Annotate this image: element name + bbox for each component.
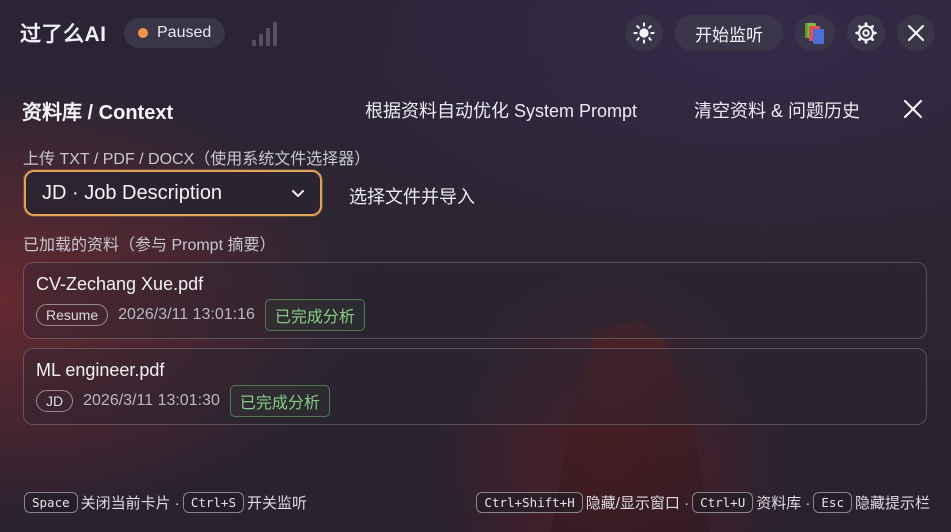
optimize-prompt-button[interactable]: 根据资料自动优化 System Prompt xyxy=(365,97,637,123)
shortcut-hints-left: Space 关闭当前卡片 · Ctrl+S 开关监听 xyxy=(24,492,310,513)
file-meta: JD 2026/3/11 13:01:30 已完成分析 xyxy=(36,385,330,417)
file-timestamp: 2026/3/11 13:01:30 xyxy=(83,392,220,409)
close-window-button[interactable] xyxy=(897,15,935,51)
close-icon xyxy=(903,99,923,119)
upload-label: 上传 TXT / PDF / DOCX（使用系统文件选择器） xyxy=(23,151,371,168)
hint-hide-hints: 隐藏提示栏 xyxy=(854,495,930,512)
hint-library: 资料库 · xyxy=(756,495,811,512)
key-ctrl-s: Ctrl+S xyxy=(182,492,244,513)
file-tag: JD xyxy=(36,390,74,412)
file-name: CV-Zechang Xue.pdf xyxy=(36,274,204,294)
hint-hide-window: 隐藏/显示窗口 · xyxy=(585,495,690,512)
document-type-value: JD · Job Description xyxy=(42,181,223,204)
clear-history-button[interactable]: 清空资料 & 问题历史 xyxy=(694,97,860,123)
panel-close-button[interactable] xyxy=(899,94,929,124)
shortcut-hints-right: Ctrl+Shift+H 隐藏/显示窗口 · Ctrl+U 资料库 · Esc 隐藏提示栏 xyxy=(476,492,933,513)
file-tag: Resume xyxy=(36,304,109,326)
hint-close-card: 关闭当前卡片 · xyxy=(80,495,180,512)
app-window: 过了么AI Paused 开始监听 资料库 / Context 根据资料自动优化… xyxy=(0,0,951,532)
title-bar: 过了么AI Paused 开始监听 xyxy=(0,0,951,66)
import-file-button[interactable]: 选择文件并导入 xyxy=(349,183,475,209)
key-esc: Esc xyxy=(813,492,852,513)
file-meta: Resume 2026/3/11 13:01:16 已完成分析 xyxy=(36,299,365,331)
library-button[interactable] xyxy=(795,15,835,51)
status-dot xyxy=(138,28,148,38)
key-space: Space xyxy=(24,492,78,513)
document-type-select[interactable]: JD · Job Description xyxy=(24,170,322,216)
key-ctrl-shift-h: Ctrl+Shift+H xyxy=(476,492,583,513)
shortcut-hint-bar: Space 关闭当前卡片 · Ctrl+S 开关监听 Ctrl+Shift+H 隐藏/显… xyxy=(0,492,951,518)
app-title: 过了么AI xyxy=(20,23,107,46)
loaded-files-label: 已加载的资料（参与 Prompt 摘要） xyxy=(23,237,276,254)
status-text: Paused xyxy=(157,24,212,41)
chevron-down-icon xyxy=(292,190,304,197)
status-badge: Paused xyxy=(124,18,226,48)
signal-strength-icon xyxy=(250,20,280,46)
theme-toggle-button[interactable] xyxy=(625,15,663,51)
file-timestamp: 2026/3/11 13:01:16 xyxy=(118,306,255,323)
close-icon xyxy=(907,24,925,42)
gear-icon xyxy=(855,22,877,44)
file-name: ML engineer.pdf xyxy=(36,360,165,380)
hint-toggle-listen: 开关监听 xyxy=(246,495,307,512)
analysis-status-badge: 已完成分析 xyxy=(264,299,365,331)
key-ctrl-u: Ctrl+U xyxy=(692,492,754,513)
panel-title: 资料库 / Context xyxy=(22,102,174,124)
sun-icon xyxy=(633,22,655,44)
file-card[interactable]: ML engineer.pdf JD 2026/3/11 13:01:30 已完… xyxy=(23,348,927,425)
settings-button[interactable] xyxy=(847,15,885,51)
analysis-status-badge: 已完成分析 xyxy=(229,385,330,417)
file-card[interactable]: CV-Zechang Xue.pdf Resume 2026/3/11 13:0… xyxy=(23,262,927,339)
books-icon xyxy=(805,23,824,44)
start-listening-button[interactable]: 开始监听 xyxy=(675,15,783,51)
